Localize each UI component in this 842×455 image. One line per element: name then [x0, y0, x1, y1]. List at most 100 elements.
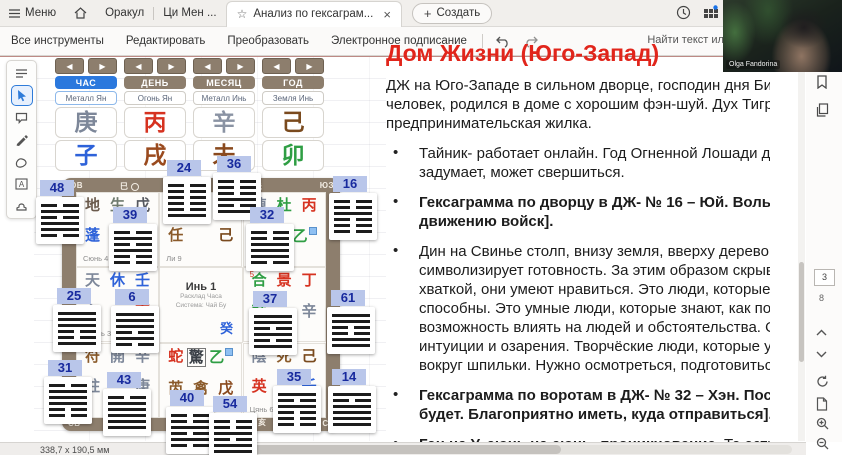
svg-text:A: A: [19, 180, 25, 189]
hexagram-line: [108, 402, 146, 406]
text-box-tool[interactable]: A: [12, 174, 32, 193]
hexagram-line: [333, 393, 371, 397]
prev-arrow-button[interactable]: ◀: [124, 58, 153, 74]
hexagram-card-24: [163, 177, 211, 224]
menu-button[interactable]: Меню: [0, 0, 65, 26]
zoom-out-icon: [816, 437, 829, 450]
chart-system-label: Система: Чай Бу: [160, 302, 242, 311]
palace-row1: 蛇驚乙: [168, 348, 233, 367]
next-arrow-button[interactable]: ▶: [157, 58, 186, 74]
hexagram-line: [251, 237, 289, 241]
stamp-tool[interactable]: [12, 196, 32, 215]
next-arrow-button[interactable]: ▶: [226, 58, 255, 74]
horizontal-scrollbar[interactable]: [240, 445, 792, 454]
hexagram-line: [214, 444, 252, 448]
hexagram-number-36: 36: [217, 156, 251, 172]
comment-icon: [15, 112, 28, 124]
eraser-tool[interactable]: [12, 152, 32, 171]
hexagram-line: [116, 319, 154, 323]
paragraph-line: предпринимательская жилка.: [386, 114, 770, 133]
hexagram-line: [333, 417, 371, 421]
chevron-down-icon: [816, 351, 827, 358]
hexagram-line: [49, 384, 87, 388]
bullet-item-2: •Гексаграмма по дворцу в ДЖ- № 16 – Юй. …: [386, 193, 770, 231]
hamburger-icon: [9, 9, 20, 18]
bazi-pillar-header[interactable]: МЕСЯЦ: [193, 76, 255, 89]
bazi-element-label: Металл Ян: [55, 91, 117, 105]
bazi-pillar-header[interactable]: ЧАС: [55, 76, 117, 89]
hexagram-line: [214, 450, 252, 454]
comment-tool[interactable]: [12, 108, 32, 127]
bazi-stem-cell[interactable]: 辛: [193, 107, 255, 138]
acrobat-window: Меню Оракул Ци Мен ... ☆ Анализ по гекса…: [0, 0, 842, 455]
bazi-pillar-header[interactable]: ДЕНЬ: [124, 76, 186, 89]
next-arrow-button[interactable]: ▶: [295, 58, 324, 74]
toolbar-convert[interactable]: Преобразовать: [216, 35, 320, 47]
bazi-column-день: ◀▶ДЕНЬОгонь Ян丙戌: [124, 58, 186, 171]
bazi-pillar-header[interactable]: ГОД: [262, 76, 324, 89]
bazi-stem-cell[interactable]: 庚: [55, 107, 117, 138]
zoom-in-button[interactable]: [816, 417, 829, 430]
hexagram-card-16: [329, 193, 377, 240]
qimen-char: 己: [302, 348, 317, 365]
pages-button[interactable]: [816, 103, 829, 117]
tab-orakul[interactable]: Оракул: [96, 0, 153, 26]
hexagram-number-24: 24: [167, 160, 201, 176]
select-tool[interactable]: [12, 86, 32, 105]
panel-toggle-tool[interactable]: [12, 64, 32, 83]
qimen-char: 乙: [209, 348, 233, 367]
home-icon: [74, 7, 87, 19]
hexagram-line: [58, 336, 96, 340]
hexagram-line: [334, 212, 372, 216]
hexagram-line: [58, 324, 96, 328]
refresh-button[interactable]: [816, 375, 829, 388]
chevron-down-button[interactable]: [816, 351, 827, 358]
next-arrow-button[interactable]: ▶: [88, 58, 117, 74]
prev-arrow-button[interactable]: ◀: [193, 58, 222, 74]
palace-label: Сюнь 4: [83, 254, 108, 263]
home-button[interactable]: [65, 0, 96, 26]
vertical-scrollbar-thumb[interactable]: [799, 262, 804, 362]
bullet-line: Гексаграмма по дворцу в ДЖ- № 16 – Юй. В…: [419, 193, 770, 212]
tab-active-analysis[interactable]: ☆ Анализ по гексаграм... ×: [226, 1, 402, 27]
horizontal-scrollbar-thumb[interactable]: [243, 445, 561, 454]
prev-arrow-button[interactable]: ◀: [55, 58, 84, 74]
bullet-line: возможность влиять на людей и обстоятель…: [419, 318, 770, 337]
close-tab-icon[interactable]: ×: [383, 7, 391, 22]
star-icon[interactable]: ☆: [237, 7, 248, 21]
text-box-icon: A: [15, 178, 28, 190]
toolbar-all-tools[interactable]: Все инструменты: [0, 35, 115, 47]
toolbar-edit[interactable]: Редактировать: [115, 35, 216, 47]
bookmark-button[interactable]: [816, 75, 828, 89]
hexagram-line: [49, 402, 87, 406]
hexagram-line: [168, 190, 206, 194]
hexagram-line: [254, 345, 292, 349]
hexagram-line: [251, 261, 289, 265]
hexagram-line: [254, 321, 292, 325]
bullet-dot: •: [393, 242, 398, 259]
hexagram-card-37: [249, 308, 297, 355]
qimen-char: 丙: [302, 197, 317, 214]
hexagram-line: [333, 423, 371, 427]
apps-grid-icon[interactable]: [703, 5, 718, 20]
document-button[interactable]: [816, 397, 828, 411]
hexagram-line: [334, 230, 372, 234]
hexagram-line: [168, 214, 206, 218]
zoom-out-button[interactable]: [816, 437, 829, 450]
prev-arrow-button[interactable]: ◀: [262, 58, 291, 74]
hexagram-line: [251, 243, 289, 247]
chevron-up-button[interactable]: [816, 329, 827, 336]
hexagram-line: [334, 206, 372, 210]
pencil-tool[interactable]: [12, 130, 32, 149]
vertical-scrollbar[interactable]: [798, 57, 805, 441]
hexagram-card-61: [327, 307, 375, 354]
bazi-branch-cell[interactable]: 卯: [262, 140, 324, 171]
tab-qimen[interactable]: Ци Мен ...: [154, 0, 225, 26]
bullet-line: символизирует готовность. За этим образо…: [419, 261, 770, 280]
bazi-stem-cell[interactable]: 己: [262, 107, 324, 138]
bazi-stem-cell[interactable]: 丙: [124, 107, 186, 138]
create-button[interactable]: + Создать: [412, 3, 492, 24]
clock-icon[interactable]: [676, 5, 691, 20]
bazi-branch-cell[interactable]: 子: [55, 140, 117, 171]
page-number-input[interactable]: 3: [814, 269, 835, 286]
